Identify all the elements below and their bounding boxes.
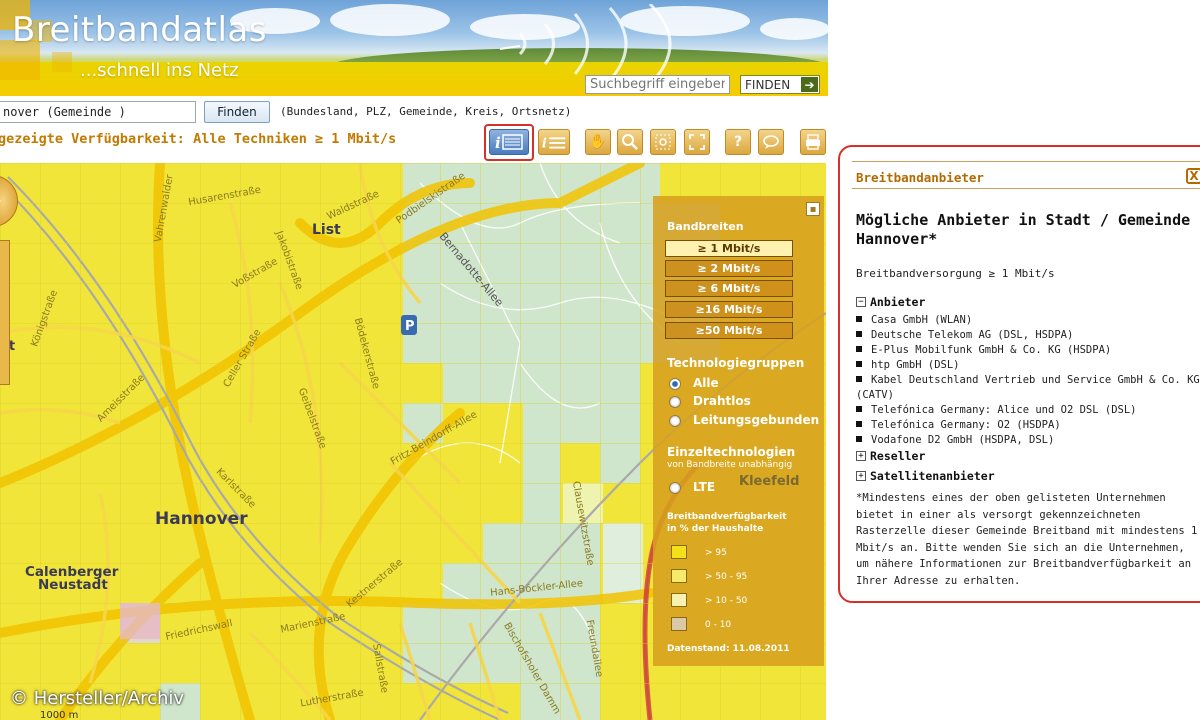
provider-info-tool[interactable]: i — [489, 129, 529, 155]
map-label-hannover: Hannover — [155, 509, 248, 529]
question-icon: ? — [733, 134, 743, 150]
find-button[interactable]: Finden — [204, 101, 270, 123]
collapse-icon: − — [856, 297, 866, 307]
panel-heading: Mögliche Anbieter in Stadt / Gemeinde Ha… — [856, 211, 1191, 248]
full-extent-tool[interactable] — [684, 129, 710, 155]
single-tech-subtitle: von Bandbreite unabhängig — [667, 460, 793, 470]
panel-title: Breitbandanbieter — [856, 170, 984, 185]
contact-tool[interactable] — [758, 129, 784, 155]
map-scale: 1000 m — [40, 710, 79, 720]
zoom-box-icon — [655, 134, 671, 150]
search-hint: (Bundesland, PLZ, Gemeinde, Kreis, Ortsn… — [280, 105, 572, 118]
legend-title: Breitbandverfügbarkeit — [667, 512, 787, 522]
provider-panel: Breitbandanbieter X Mögliche Anbieter in… — [838, 145, 1200, 603]
parking-marker: P — [401, 315, 417, 335]
signal-waves-icon — [500, 4, 672, 84]
legend-label-10-50: > 10 - 50 — [705, 596, 748, 606]
single-tech-title: Einzeltechnologien — [667, 445, 796, 459]
banner-find-label: FINDEN — [745, 77, 791, 92]
print-tool[interactable] — [800, 129, 826, 155]
list-item: Telefónica Germany: Alice und O2 DSL (DS… — [856, 403, 1200, 418]
list-item: Casa GmbH (WLAN) — [856, 313, 1200, 328]
close-icon[interactable]: X — [1186, 168, 1200, 184]
availability-status: gezeigte Verfügbarkeit: Alle Techniken ≥… — [0, 131, 397, 147]
site-title: Breitbandatlas — [12, 10, 267, 50]
bandwidth-option-16[interactable]: ≥16 Mbit/s — [665, 301, 793, 318]
map-label-list: List — [312, 222, 341, 238]
minimize-icon[interactable]: ▪ — [806, 202, 820, 216]
site-subtitle: ...schnell ins Netz — [80, 60, 239, 81]
legend-label-0-10: 0 - 10 — [705, 620, 732, 630]
svg-text:i: i — [542, 137, 547, 151]
anbieter-group-toggle[interactable]: − Anbieter — [856, 295, 925, 309]
radio-lte[interactable] — [669, 482, 681, 494]
bandwidth-title: Bandbreiten — [667, 220, 744, 233]
radio-label-lte: LTE — [693, 480, 716, 494]
list-item: htp GmbH (DSL) — [856, 358, 1200, 373]
list-item: Telefónica Germany: O2 (HSDPA) — [856, 418, 1200, 433]
map-label-kleefeld: Kleefeld — [739, 474, 800, 489]
help-tool[interactable]: ? — [725, 129, 751, 155]
info-list-icon: i — [495, 134, 523, 151]
panel-header: Breitbandanbieter X — [852, 161, 1200, 189]
radio-leitungsgebunden[interactable] — [669, 415, 681, 427]
list-item: Deutsche Telekom AG (DSL, HSDPA) — [856, 328, 1200, 343]
satellite-label: Satellitenanbieter — [870, 469, 995, 483]
legend-swatch-10-50 — [671, 593, 687, 607]
arrow-right-icon: ➔ — [801, 77, 818, 92]
pan-hand-tool[interactable]: ✋ — [585, 129, 611, 155]
printer-icon — [806, 134, 820, 150]
radio-label-leitungsgebunden: Leitungsgebunden — [693, 413, 820, 427]
list-item: Vodafone D2 GmbH (HSDPA, DSL) — [856, 433, 1200, 448]
map-filter-panel: ▪ Bandbreiten ≥ 1 Mbit/s ≥ 2 Mbit/s ≥ 6 … — [653, 196, 824, 666]
legend-swatch-50-95 — [671, 569, 687, 583]
anbieter-label: Anbieter — [870, 295, 926, 309]
site-banner: Breitbandatlas ...schnell ins Netz FINDE… — [0, 0, 828, 96]
radio-label-alle: Alle — [693, 376, 719, 390]
reseller-group-toggle[interactable]: + Reseller — [856, 449, 925, 463]
reseller-label: Reseller — [870, 449, 926, 463]
data-date: Datenstand: 11.08.2011 — [667, 644, 790, 654]
legend-list-tool[interactable]: i — [538, 129, 570, 155]
provider-footnote: *Mindestens eines der oben gelisteten Un… — [856, 492, 1198, 587]
supply-level: Breitbandversorgung ≥ 1 Mbit/s — [856, 267, 1055, 280]
bandwidth-option-50[interactable]: ≥50 Mbit/s — [665, 322, 793, 339]
image-credit: © Hersteller/Archiv — [10, 688, 185, 709]
location-search-input[interactable] — [0, 101, 196, 123]
svg-text:i: i — [495, 134, 501, 151]
radio-label-drahtlos: Drahtlos — [693, 394, 751, 408]
speech-bubble-icon — [763, 135, 779, 149]
zoom-slider[interactable] — [0, 240, 10, 385]
expand-plus-icon: + — [856, 471, 866, 481]
zoom-tool[interactable] — [617, 129, 643, 155]
expand-icon — [689, 134, 705, 150]
bandwidth-option-2[interactable]: ≥ 2 Mbit/s — [665, 260, 793, 277]
radio-alle[interactable] — [669, 378, 681, 390]
expand-plus-icon: + — [856, 451, 866, 461]
hand-icon: ✋ — [589, 134, 607, 150]
magnifier-icon — [622, 134, 638, 150]
legend-label-50-95: > 50 - 95 — [705, 572, 748, 582]
legend-subtitle: in % der Haushalte — [667, 524, 764, 534]
banner-search-input[interactable] — [585, 75, 730, 94]
satellite-group-toggle[interactable]: + Satellitenanbieter — [856, 469, 995, 483]
info-list-icon: i — [542, 137, 566, 151]
radio-drahtlos[interactable] — [669, 396, 681, 408]
bandwidth-option-6[interactable]: ≥ 6 Mbit/s — [665, 280, 793, 297]
legend-swatch-0-10 — [671, 617, 687, 631]
svg-text:P: P — [405, 319, 415, 334]
list-item: E-Plus Mobilfunk GmbH & Co. KG (HSDPA) — [856, 343, 1200, 358]
techgroups-title: Technologiegruppen — [667, 356, 805, 370]
map-label-neustadt: Neustadt — [38, 577, 108, 593]
list-item: Kabel Deutschland Vertrieb und Service G… — [856, 374, 1200, 401]
breitbandatlas-page: Breitbandatlas ...schnell ins Netz FINDE… — [0, 0, 1200, 720]
zoom-box-tool[interactable] — [650, 129, 676, 155]
banner-find-button[interactable]: FINDEN ➔ — [740, 75, 820, 94]
bandwidth-option-1[interactable]: ≥ 1 Mbit/s — [665, 240, 793, 257]
provider-list: Casa GmbH (WLAN) Deutsche Telekom AG (DS… — [856, 313, 1200, 448]
pan-arrow-icon — [0, 193, 1, 209]
legend-swatch-95 — [671, 545, 687, 559]
legend-label-95: > 95 — [705, 548, 727, 558]
